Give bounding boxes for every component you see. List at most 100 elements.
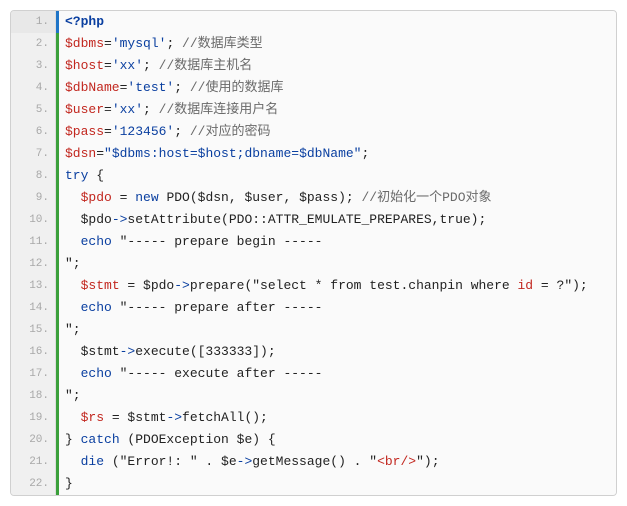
token-var: $user	[65, 102, 104, 117]
token-plain	[65, 410, 81, 425]
token-kw: die	[81, 454, 104, 469]
token-plain: getMessage() . "	[252, 454, 377, 469]
token-var: $rs	[81, 410, 104, 425]
token-id: id	[518, 278, 534, 293]
code-line: 3.$host='xx'; //数据库主机名	[11, 55, 616, 77]
token-cmt: //数据库连接用户名	[159, 102, 279, 117]
code-line: 2.$dbms='mysql'; //数据库类型	[11, 33, 616, 55]
token-str: 'xx'	[112, 58, 143, 73]
code-content: echo "----- prepare after -----	[56, 297, 616, 319]
token-var: $dsn	[65, 146, 96, 161]
code-line: 8. try {	[11, 165, 616, 187]
token-op: }	[65, 432, 81, 447]
token-kw: echo	[81, 300, 112, 315]
line-number: 1.	[11, 11, 56, 33]
token-cmt: //数据库类型	[182, 36, 263, 51]
code-content: die ("Error!: " . $e->getMessage() . "<b…	[56, 451, 616, 473]
token-op: ;	[361, 146, 369, 161]
line-number: 8.	[11, 165, 56, 187]
code-content: ";	[56, 319, 616, 341]
code-line: 22.}	[11, 473, 616, 495]
code-line: 5. $user='xx'; //数据库连接用户名	[11, 99, 616, 121]
code-content: $stmt = $pdo->prepare("select * from tes…	[56, 275, 616, 297]
token-plain	[65, 300, 81, 315]
code-content: $dbName='test'; //使用的数据库	[56, 77, 616, 99]
token-plain: PDO($dsn, $user, $pass);	[159, 190, 362, 205]
token-plain: ";	[65, 388, 81, 403]
token-plain: "----- prepare after -----	[112, 300, 323, 315]
token-op: =	[104, 58, 112, 73]
token-plain: = ?");	[533, 278, 588, 293]
token-var: $host	[65, 58, 104, 73]
token-plain: (PDOException $e) {	[120, 432, 276, 447]
token-op: =	[96, 146, 104, 161]
code-line: 16. $stmt->execute([333333]);	[11, 341, 616, 363]
line-number: 17.	[11, 363, 56, 385]
code-content: $dbms='mysql'; //数据库类型	[56, 33, 616, 55]
token-cmt: //使用的数据库	[190, 80, 284, 95]
code-line: 4.$dbName='test'; //使用的数据库	[11, 77, 616, 99]
token-arrow: ->	[174, 278, 190, 293]
code-content: <?php	[56, 11, 616, 33]
code-content: $rs = $stmt->fetchAll();	[56, 407, 616, 429]
line-number: 9.	[11, 187, 56, 209]
token-plain: ");	[416, 454, 439, 469]
token-plain: execute([333333]);	[135, 344, 275, 359]
token-plain: fetchAll();	[182, 410, 268, 425]
token-kw: echo	[81, 234, 112, 249]
line-number: 2.	[11, 33, 56, 55]
line-number: 11.	[11, 231, 56, 253]
token-plain: ";	[65, 256, 81, 271]
token-arrow: ->	[237, 454, 253, 469]
token-plain: prepare("select * from test.chanpin wher…	[190, 278, 518, 293]
token-op: {	[88, 168, 104, 183]
code-content: echo "----- execute after -----	[56, 363, 616, 385]
token-kw: echo	[81, 366, 112, 381]
line-number: 21.	[11, 451, 56, 473]
token-var: $pass	[65, 124, 104, 139]
token-op: }	[65, 476, 73, 491]
token-kw: new	[135, 190, 158, 205]
token-kw: try	[65, 168, 88, 183]
token-var: $stmt	[81, 278, 120, 293]
code-line: 20.} catch (PDOException $e) {	[11, 429, 616, 451]
token-op: ;	[143, 102, 159, 117]
token-plain: ("Error!: " . $e	[104, 454, 237, 469]
token-str: '123456'	[112, 124, 174, 139]
token-str: 'xx'	[112, 102, 143, 117]
token-op: ;	[166, 36, 182, 51]
line-number: 3.	[11, 55, 56, 77]
line-number: 16.	[11, 341, 56, 363]
code-line: 21. die ("Error!: " . $e->getMessage() .…	[11, 451, 616, 473]
code-content: }	[56, 473, 616, 495]
line-number: 19.	[11, 407, 56, 429]
code-line: 11. echo "----- prepare begin -----	[11, 231, 616, 253]
line-number: 4.	[11, 77, 56, 99]
code-content: $pass='123456'; //对应的密码	[56, 121, 616, 143]
token-plain: = $pdo	[120, 278, 175, 293]
line-number: 5.	[11, 99, 56, 121]
token-cmt: //初始化一个PDO对象	[361, 190, 491, 205]
line-number: 10.	[11, 209, 56, 231]
token-kw: catch	[81, 432, 120, 447]
token-str: "$dbms:host=$host;dbname=$dbName"	[104, 146, 361, 161]
line-number: 14.	[11, 297, 56, 319]
code-line: 9. $pdo = new PDO($dsn, $user, $pass); /…	[11, 187, 616, 209]
code-line: 14. echo "----- prepare after -----	[11, 297, 616, 319]
line-number: 7.	[11, 143, 56, 165]
line-number: 18.	[11, 385, 56, 407]
token-html: <br/>	[377, 454, 416, 469]
token-str: 'test'	[127, 80, 174, 95]
line-number: 20.	[11, 429, 56, 451]
token-plain: $pdo	[65, 212, 112, 227]
token-op: =	[104, 102, 112, 117]
token-plain: "----- prepare begin -----	[112, 234, 323, 249]
code-content: $host='xx'; //数据库主机名	[56, 55, 616, 77]
token-plain: setAttribute(PDO::ATTR_EMULATE_PREPARES,…	[127, 212, 486, 227]
code-line: 1.<?php	[11, 11, 616, 33]
token-plain: ";	[65, 322, 81, 337]
code-line: 6.$pass='123456'; //对应的密码	[11, 121, 616, 143]
token-cmt: //对应的密码	[190, 124, 271, 139]
code-block: 1.<?php2.$dbms='mysql'; //数据库类型3.$host='…	[10, 10, 617, 496]
token-plain: $stmt	[65, 344, 120, 359]
